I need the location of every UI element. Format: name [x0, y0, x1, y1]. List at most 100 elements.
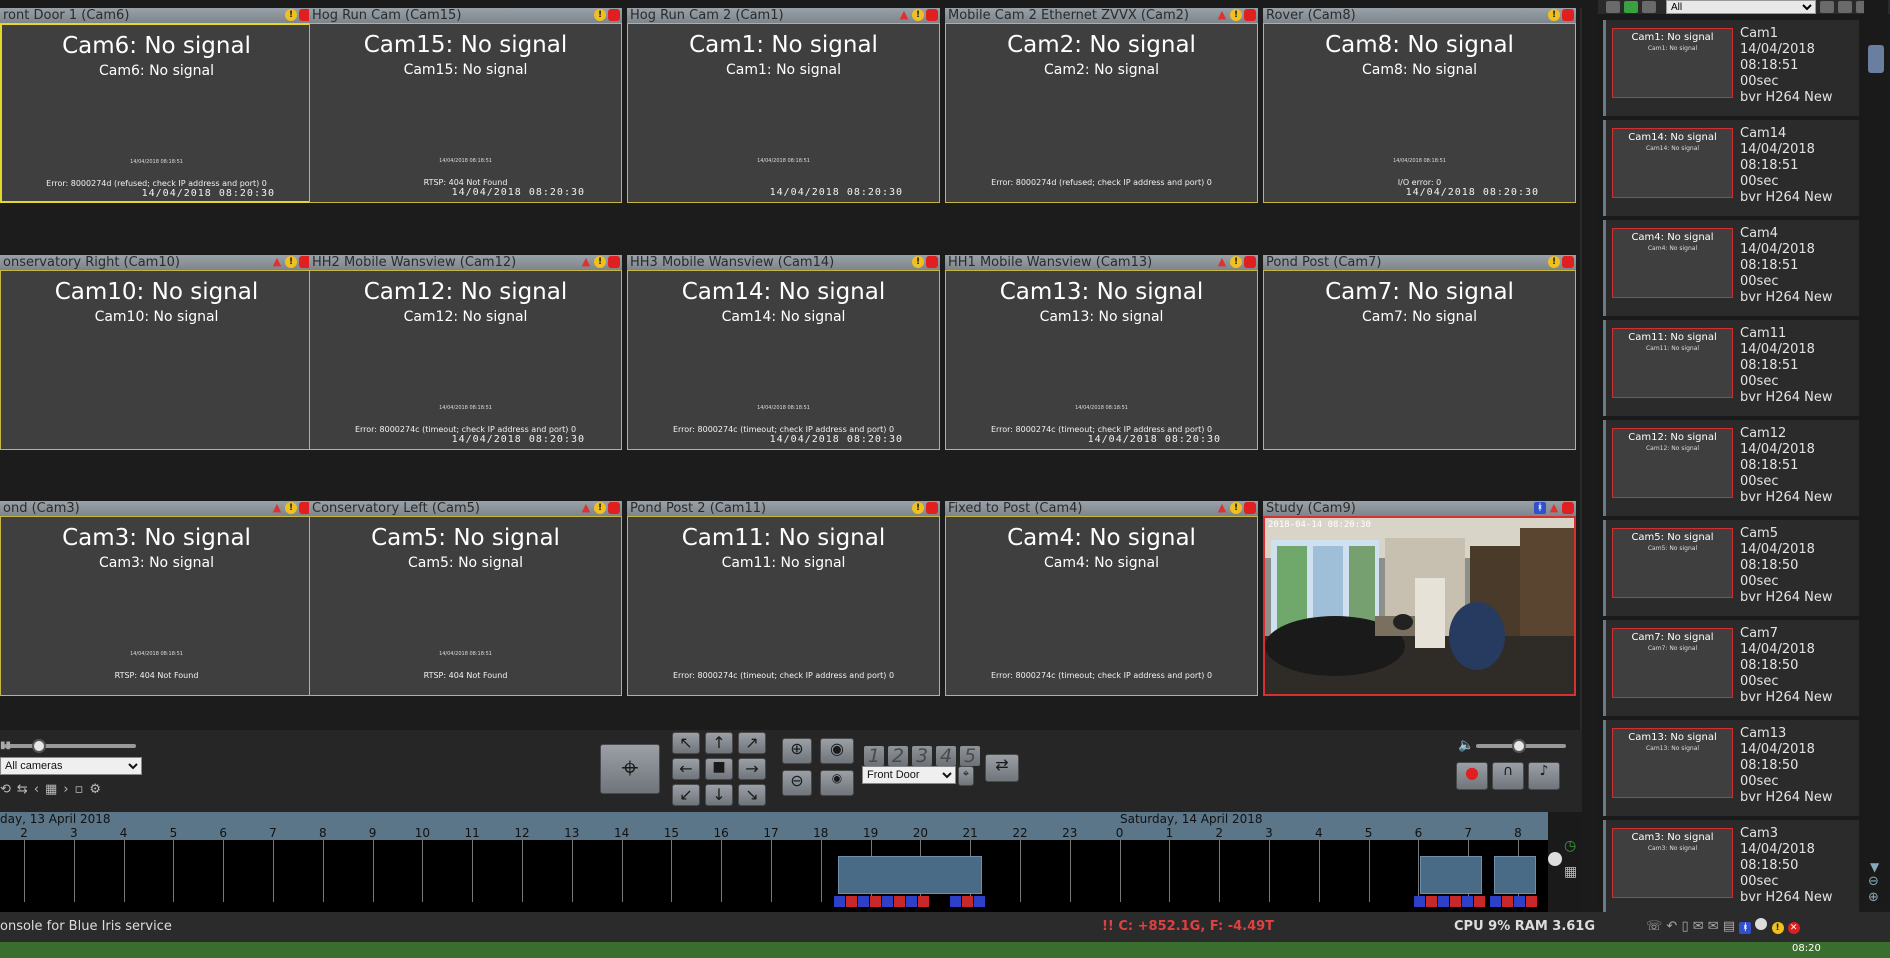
recording-block[interactable] — [1494, 856, 1536, 894]
layout-icon[interactable]: ▮▮ — [0, 740, 11, 751]
motion-event-marker[interactable] — [950, 896, 961, 907]
calendar-icon[interactable]: ▦ — [1564, 864, 1577, 880]
timeline-zoom-knob[interactable] — [1548, 852, 1562, 866]
ptz-center-button[interactable]: ⌖ — [600, 744, 660, 794]
camera-tile[interactable]: Hog Run Cam (Cam15)! Cam15: No signal Ca… — [309, 8, 622, 203]
mobile-icon[interactable]: ▯ — [1681, 919, 1688, 934]
mail-open-icon[interactable]: ✉ — [1708, 919, 1719, 934]
close-icon[interactable]: ✕ — [1787, 922, 1800, 934]
camera-view[interactable]: Cam11: No signal Cam11: No signal Error:… — [627, 516, 940, 696]
camera-tile[interactable]: HH3 Mobile Wansview (Cam14)! Cam14: No s… — [627, 255, 940, 450]
motion-event-marker[interactable] — [1474, 896, 1485, 907]
gear-icon[interactable]: ⚙ — [89, 782, 101, 797]
motion-event-marker[interactable] — [1462, 896, 1473, 907]
zoom-in-button[interactable]: ⊕ — [782, 738, 812, 764]
microphone-button[interactable]: ♪ — [1528, 762, 1560, 790]
zoom-in-icon[interactable]: ⊕ — [1868, 890, 1879, 905]
ptz-left-button[interactable]: ← — [672, 758, 700, 780]
camera-title-bar[interactable]: ond (Cam3) ▲! — [0, 501, 313, 516]
speed-slider-track[interactable] — [4, 744, 136, 748]
camera-tile[interactable]: Study (Cam9) ᚼ ▲ 2018-04-14 08:20:30 — [1263, 501, 1576, 696]
alert-icon[interactable] — [1606, 1, 1620, 13]
ptz-home-button[interactable]: ■ — [705, 758, 733, 780]
camera-view[interactable]: Cam4: No signal Cam4: No signal Error: 8… — [945, 516, 1258, 696]
alarm-siren-button[interactable]: ● — [1456, 762, 1488, 790]
camera-tile[interactable]: Fixed to Post (Cam4) ▲! Cam4: No signal C… — [945, 501, 1258, 696]
motion-event-marker[interactable] — [1426, 896, 1437, 907]
iris-close-button[interactable]: ◉ — [820, 770, 854, 796]
profile-number-button[interactable]: 4 — [936, 746, 956, 766]
camera-view[interactable]: Cam7: No signal Cam7: No signal — [1263, 270, 1576, 450]
clip-item[interactable]: Cam14: No signal Cam14: No signal Cam14 … — [1603, 120, 1859, 216]
clip-item[interactable]: Cam12: No signal Cam12: No signal Cam12 … — [1603, 420, 1859, 516]
camera-title-bar[interactable]: Rover (Cam8)! — [1263, 8, 1576, 23]
camera-title-bar[interactable]: HH3 Mobile Wansview (Cam14)! — [627, 255, 940, 270]
volume-slider-knob[interactable] — [1512, 739, 1526, 753]
camera-title-bar[interactable]: onservatory Right (Cam10) ▲! — [0, 255, 313, 270]
camera-tile[interactable]: Rover (Cam8)! Cam8: No signal Cam8: No s… — [1263, 8, 1576, 203]
camera-view[interactable]: Cam3: No signal Cam3: No signal 14/04/20… — [0, 516, 313, 696]
clip-scroll-thumb[interactable] — [1868, 45, 1884, 73]
camera-tile[interactable]: onservatory Right (Cam10) ▲! Cam10: No si… — [0, 255, 313, 450]
cycle-presets-button[interactable]: ⇄ — [985, 754, 1019, 782]
motion-event-marker[interactable] — [918, 896, 929, 907]
globe-icon[interactable] — [1755, 918, 1768, 930]
speed-slider-knob[interactable] — [32, 739, 46, 753]
camera-title-bar[interactable]: Hog Run Cam 2 (Cam1) ▲! — [627, 8, 940, 23]
ptz-down-right-button[interactable]: ↘ — [738, 784, 766, 806]
camera-live-view[interactable]: 2018-04-14 08:20:30 — [1263, 516, 1576, 696]
flag-icon[interactable] — [1624, 1, 1638, 13]
camera-tile[interactable]: Hog Run Cam 2 (Cam1) ▲! Cam1: No signal C… — [627, 8, 940, 203]
clip-item[interactable]: Cam13: No signal Cam13: No signal Cam13 … — [1603, 720, 1859, 816]
camera-title-bar[interactable]: Hog Run Cam (Cam15)! — [309, 8, 622, 23]
film-icon[interactable]: ▤ — [1723, 919, 1735, 934]
camera-view[interactable]: Cam1: No signal Cam1: No signal 14/04/20… — [627, 23, 940, 203]
motion-event-marker[interactable] — [894, 896, 905, 907]
motion-event-marker[interactable] — [1490, 896, 1501, 907]
camera-tile[interactable]: HH1 Mobile Wansview (Cam13) ▲! Cam13: No … — [945, 255, 1258, 450]
camera-tile[interactable]: HH2 Mobile Wansview (Cam12) ▲! Cam12: No … — [309, 255, 622, 450]
motion-event-marker[interactable] — [974, 896, 985, 907]
profile-number-button[interactable]: 2 — [888, 746, 908, 766]
clip-item[interactable]: Cam4: No signal Cam4: No signal Cam4 14/… — [1603, 220, 1859, 316]
motion-event-marker[interactable] — [870, 896, 881, 907]
camera-title-bar[interactable]: Conservatory Left (Cam5) ▲! — [309, 501, 622, 516]
clip-item[interactable]: Cam1: No signal Cam1: No signal Cam1 14/… — [1603, 20, 1859, 116]
timeline[interactable]: day, 13 April 2018 Saturday, 14 April 20… — [0, 812, 1548, 912]
ptz-down-button[interactable]: ↓ — [705, 784, 733, 806]
profile-select[interactable]: Front Door — [862, 766, 956, 784]
camera-group-select[interactable]: All cameras — [0, 757, 142, 775]
ptz-down-left-button[interactable]: ↙ — [672, 784, 700, 806]
clip-scrollbar[interactable]: ▼ ⊖ ⊕ — [1864, 0, 1888, 905]
motion-event-marker[interactable] — [1526, 896, 1537, 907]
ptz-up-right-button[interactable]: ↗ — [738, 732, 766, 754]
phone-icon[interactable]: ☏ — [1646, 919, 1662, 934]
camera-view[interactable]: Cam6: No signal Cam6: No signal 14/04/20… — [0, 23, 313, 203]
location-pin-button[interactable]: ⌖ — [958, 766, 974, 786]
clip-item[interactable]: Cam7: No signal Cam7: No signal Cam7 14/… — [1603, 620, 1859, 716]
camera-title-bar[interactable]: Pond Post 2 (Cam11)! — [627, 501, 940, 516]
camera-title-bar[interactable]: HH2 Mobile Wansview (Cam12) ▲! — [309, 255, 622, 270]
recording-block[interactable] — [838, 856, 982, 894]
motion-event-marker[interactable] — [1514, 896, 1525, 907]
zoom-out-button[interactable]: ⊖ — [782, 770, 812, 796]
recording-block[interactable] — [1420, 856, 1482, 894]
ptz-right-button[interactable]: → — [738, 758, 766, 780]
camera-view[interactable]: Cam5: No signal Cam5: No signal 14/04/20… — [309, 516, 622, 696]
camera-view[interactable]: Cam10: No signal Cam10: No signal — [0, 270, 313, 450]
mail-icon[interactable]: ✉ — [1693, 919, 1704, 934]
camera-view[interactable]: Cam8: No signal Cam8: No signal 14/04/20… — [1263, 23, 1576, 203]
camera-title-bar[interactable]: Mobile Cam 2 Ethernet ZVVX (Cam2) ▲! — [945, 8, 1258, 23]
warning-icon[interactable]: ! — [1771, 922, 1784, 934]
clip-item[interactable]: Cam3: No signal Cam3: No signal Cam3 14/… — [1603, 820, 1859, 916]
motion-event-marker[interactable] — [858, 896, 869, 907]
camera-tile[interactable]: ront Door 1 (Cam6)! Cam6: No signal Cam6… — [0, 8, 313, 203]
camera-view[interactable]: Cam14: No signal Cam14: No signal 14/04/… — [627, 270, 940, 450]
camera-view[interactable]: Cam12: No signal Cam12: No signal 14/04/… — [309, 270, 622, 450]
zoom-out-icon[interactable]: ⊖ — [1868, 874, 1879, 889]
scroll-down-arrow-icon[interactable]: ▼ — [1870, 860, 1879, 874]
refresh-icon[interactable]: ⟲ — [0, 782, 11, 797]
motion-event-marker[interactable] — [1502, 896, 1513, 907]
grid-icon[interactable] — [1820, 1, 1834, 13]
camera-tile[interactable]: Pond Post (Cam7)! Cam7: No signal Cam7: … — [1263, 255, 1576, 450]
